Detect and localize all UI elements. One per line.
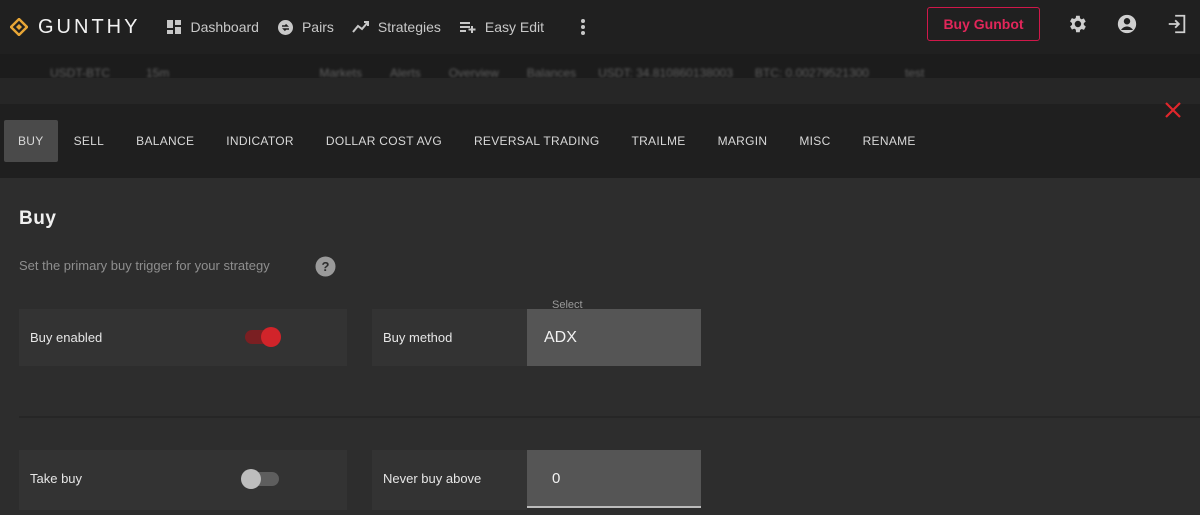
- logout-icon[interactable]: [1166, 13, 1188, 35]
- buy-method-value: ADX: [544, 329, 577, 346]
- nav-dashboard[interactable]: Dashboard: [166, 19, 259, 35]
- tab-indicator[interactable]: INDICATOR: [210, 120, 310, 162]
- main-nav: Dashboard Pairs Strategies Easy Edit: [166, 18, 586, 36]
- buy-enabled-toggle[interactable]: [245, 327, 281, 347]
- ticker-shade: [0, 78, 1200, 104]
- nav-strategies-label: Strategies: [377, 19, 441, 35]
- svg-text:?: ?: [322, 259, 330, 274]
- brand-name: GUNTHY: [38, 15, 141, 38]
- buy-enabled-label: Buy enabled: [30, 330, 103, 345]
- tab-balance[interactable]: BALANCE: [120, 120, 210, 162]
- take-buy-card: Take buy: [19, 450, 347, 510]
- section-subtitle: Set the primary buy trigger for your str…: [19, 258, 270, 273]
- buy-method-label: Buy method: [383, 330, 453, 345]
- logo[interactable]: GUNTHY: [10, 16, 140, 39]
- tab-trailme[interactable]: TRAILME: [615, 120, 701, 162]
- tab-buy[interactable]: BUY: [4, 120, 58, 162]
- buy-enabled-card: Buy enabled: [19, 309, 347, 366]
- buy-method-select[interactable]: Select ADX: [527, 299, 701, 366]
- never-buy-above-input[interactable]: 0: [527, 450, 701, 508]
- tab-misc[interactable]: MISC: [783, 120, 846, 162]
- nav-easy-edit[interactable]: Easy Edit: [459, 19, 544, 35]
- close-icon[interactable]: [1163, 100, 1183, 120]
- tab-rename[interactable]: RENAME: [847, 120, 932, 162]
- tab-margin[interactable]: MARGIN: [702, 120, 784, 162]
- nav-pairs[interactable]: Pairs: [277, 19, 334, 36]
- never-buy-above-card: Never buy above: [372, 450, 527, 510]
- section-title: Buy: [19, 208, 57, 229]
- top-navbar: GUNTHY Dashboard Pairs Strategies Easy E…: [0, 0, 1200, 54]
- strategies-icon: [352, 21, 369, 33]
- buy-settings-panel: Buy Set the primary buy trigger for your…: [0, 178, 1200, 515]
- pairs-icon: [277, 19, 293, 35]
- gunthy-logo-icon: [10, 18, 28, 36]
- ticker-bar: USDT-BTC 15m Markets Alerts Overview Bal…: [0, 54, 1200, 104]
- easy-edit-icon: [459, 22, 476, 33]
- section-divider: [19, 416, 1200, 418]
- tab-dollar-cost-avg[interactable]: DOLLAR COST AVG: [310, 120, 458, 162]
- buy-method-select-label: Select: [552, 299, 583, 311]
- settings-tabs: BUY SELL BALANCE INDICATOR DOLLAR COST A…: [4, 120, 932, 162]
- buy-gunbot-button[interactable]: Buy Gunbot: [927, 7, 1040, 41]
- dashboard-icon: [167, 20, 182, 34]
- take-buy-label: Take buy: [30, 471, 83, 486]
- account-icon[interactable]: [1116, 13, 1138, 35]
- never-buy-above-label: Never buy above: [383, 471, 482, 486]
- buy-method-card: Buy method: [372, 309, 527, 366]
- buy-enabled-toggle-knob: [261, 327, 281, 347]
- more-menu-icon[interactable]: [580, 18, 586, 36]
- tab-reversal-trading[interactable]: REVERSAL TRADING: [458, 120, 616, 162]
- never-buy-above-value: 0: [552, 470, 561, 487]
- settings-gear-icon[interactable]: [1066, 13, 1088, 35]
- nav-easy-edit-label: Easy Edit: [484, 19, 545, 35]
- take-buy-toggle[interactable]: [241, 469, 279, 489]
- nav-strategies[interactable]: Strategies: [352, 19, 441, 35]
- take-buy-toggle-knob: [241, 469, 261, 489]
- tab-sell[interactable]: SELL: [58, 120, 121, 162]
- nav-dashboard-label: Dashboard: [190, 19, 259, 35]
- nav-pairs-label: Pairs: [301, 19, 334, 35]
- help-icon[interactable]: ?: [315, 256, 336, 277]
